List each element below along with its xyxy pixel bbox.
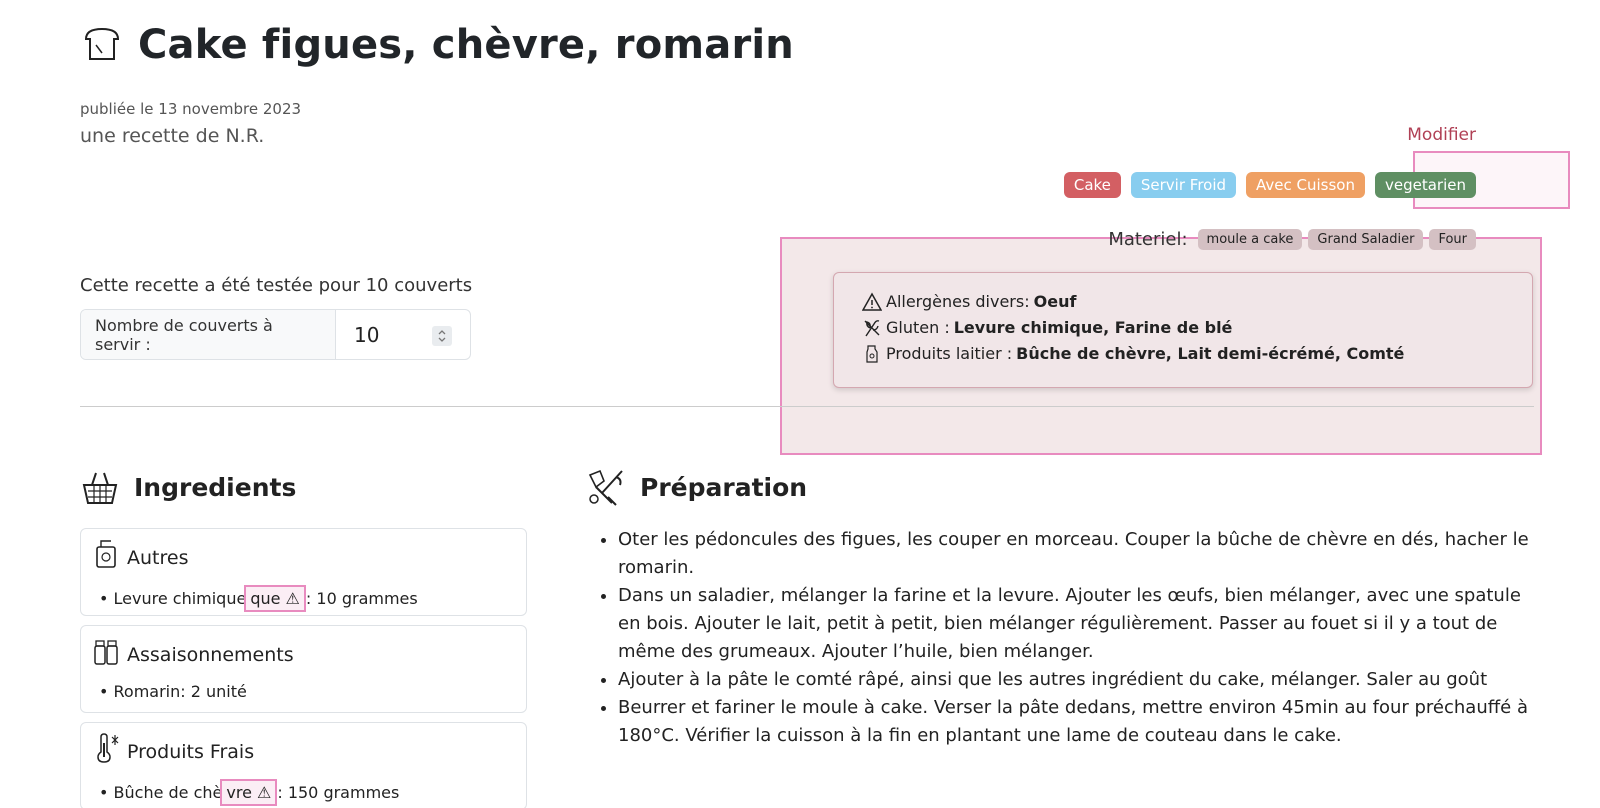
servings-group: Nombre de couverts à servir : 10 bbox=[80, 309, 471, 360]
tag-avec-cuisson[interactable]: Avec Cuisson bbox=[1246, 172, 1365, 198]
jar-icon bbox=[96, 540, 116, 568]
allergen-divers: Allergènes divers: Oeuf bbox=[862, 289, 1504, 315]
modify-link[interactable]: Modifier bbox=[1407, 125, 1476, 145]
thermometer-icon bbox=[97, 733, 119, 763]
preparation-step: Beurrer et fariner le moule à cake. Vers… bbox=[618, 694, 1538, 750]
materiel-item: Grand Saladier bbox=[1308, 229, 1424, 250]
tag-vegetarien[interactable]: vegetarien bbox=[1375, 172, 1476, 198]
wheat-icon bbox=[864, 320, 880, 337]
tag-servir-froid[interactable]: Servir Froid bbox=[1130, 172, 1237, 198]
ingredient-name: • Levure chimique bbox=[99, 589, 247, 608]
ingredient-group: Autres • Levure chimique que ⚠: 10 gramme… bbox=[80, 528, 527, 616]
ingredient-group-header: Autres bbox=[93, 539, 188, 569]
ingredient-item: • Bûche de chè vre ⚠: 150 grammes bbox=[99, 779, 399, 806]
ingredient-group-header: Produits Frais bbox=[93, 733, 254, 763]
preparation-step: Oter les pédoncules des figues, les coup… bbox=[618, 526, 1538, 582]
servings-label: Nombre de couverts à servir : bbox=[81, 310, 336, 359]
basket-icon bbox=[82, 472, 118, 504]
preparation-heading: Préparation bbox=[586, 467, 807, 507]
tested-text: Cette recette a été testée pour 10 couve… bbox=[80, 275, 473, 296]
preparation-title: Préparation bbox=[640, 472, 808, 502]
ingredient-item: • Romarin : 2 unité bbox=[99, 682, 247, 701]
servings-input[interactable]: 10 bbox=[336, 310, 470, 359]
ingredients-heading: Ingredients bbox=[80, 467, 296, 507]
ingredients-title: Ingredients bbox=[134, 472, 297, 502]
published-date: publiée le 13 novembre 2023 bbox=[80, 100, 302, 118]
author: une recette de N.R. bbox=[80, 125, 265, 147]
preparation-steps: Oter les pédoncules des figues, les coup… bbox=[618, 526, 1538, 750]
warning-icon bbox=[862, 292, 882, 311]
tag-list: Cake Servir Froid Avec Cuisson vegetarie… bbox=[1063, 172, 1476, 198]
allergen-divers-value: Oeuf bbox=[1033, 292, 1077, 311]
milk-icon bbox=[866, 345, 878, 363]
allergen-gluten-label: Gluten : bbox=[886, 318, 950, 337]
allergen-lait-label: Produits laitier : bbox=[886, 344, 1013, 363]
ingredient-group-name: Produits Frais bbox=[127, 741, 255, 763]
bread-icon bbox=[84, 27, 120, 60]
spice-icon bbox=[94, 640, 118, 665]
allergen-lait-value: Bûche de chèvre, Lait demi-écrémé, Comté bbox=[1016, 344, 1405, 363]
ingredient-name: • Bûche de chè bbox=[99, 783, 223, 802]
ingredient-qty: : 2 unité bbox=[180, 682, 247, 701]
materiel-item: moule a cake bbox=[1197, 229, 1303, 250]
ingredient-qty: : 10 grammes bbox=[305, 589, 418, 608]
page-title: Cake figues, chèvre, romarin bbox=[138, 22, 794, 68]
materiel-item: Four bbox=[1429, 229, 1476, 250]
allergen-gluten-value: Levure chimique, Farine de blé bbox=[953, 318, 1233, 337]
tag-cake[interactable]: Cake bbox=[1063, 172, 1121, 198]
allergen-divers-label: Allergènes divers: bbox=[886, 292, 1030, 311]
quantity-stepper[interactable] bbox=[432, 326, 452, 346]
ingredient-group-header: Assaisonnements bbox=[93, 636, 294, 666]
ingredient-group-name: Autres bbox=[127, 547, 189, 569]
ingredient-group: Produits Frais • Bûche de chè vre ⚠: 150 … bbox=[80, 722, 527, 808]
allergen-lait: Produits laitier : Bûche de chèvre, Lait… bbox=[862, 341, 1504, 367]
ingredient-group-name: Assaisonnements bbox=[127, 644, 294, 666]
chevron-updown-icon bbox=[438, 330, 446, 342]
tools-icon bbox=[588, 469, 623, 506]
allergen-gluten: Gluten : Levure chimique, Farine de blé bbox=[862, 315, 1504, 341]
title-row: Cake figues, chèvre, romarin bbox=[80, 22, 794, 68]
allergen-warning[interactable]: vre ⚠ bbox=[220, 779, 278, 806]
servings-value[interactable]: 10 bbox=[354, 323, 379, 347]
materiel-row: Materiel: moule a cake Grand Saladier Fo… bbox=[1108, 229, 1476, 250]
materiel-label: Materiel: bbox=[1108, 229, 1188, 250]
divider bbox=[80, 406, 1534, 407]
ingredient-qty: : 150 grammes bbox=[277, 783, 400, 802]
allergen-warning[interactable]: que ⚠ bbox=[244, 585, 306, 612]
ingredient-name: • Romarin bbox=[99, 682, 181, 701]
preparation-step: Ajouter à la pâte le comté râpé, ainsi q… bbox=[618, 666, 1538, 694]
ingredient-group: Assaisonnements • Romarin : 2 unité bbox=[80, 625, 527, 713]
preparation-step: Dans un saladier, mélanger la farine et … bbox=[618, 582, 1538, 666]
allergen-box: Allergènes divers: Oeuf Gluten : Levure … bbox=[833, 272, 1533, 388]
ingredient-item: • Levure chimique que ⚠: 10 grammes bbox=[99, 585, 418, 612]
